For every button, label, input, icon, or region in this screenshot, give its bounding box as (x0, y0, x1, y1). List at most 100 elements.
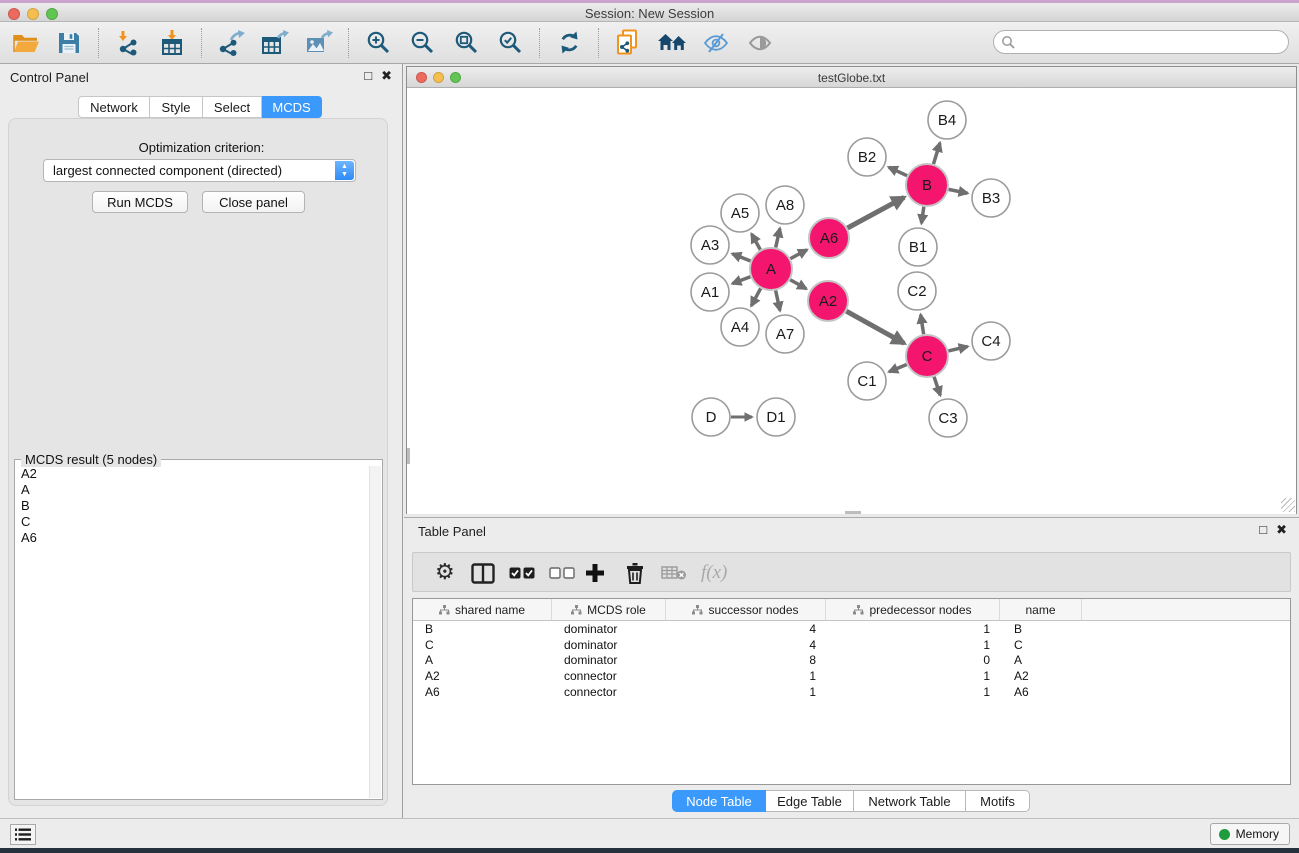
cell-MCDS-role[interactable]: dominator (552, 653, 666, 667)
delete-column-button[interactable] (625, 561, 645, 585)
network-graph[interactable]: ABCA6A2A5A8A3A1A4A7B2B4B3B1C2C4C1C3DD1 (407, 88, 1296, 514)
cell-predecessor-nodes[interactable]: 1 (826, 638, 1000, 652)
table-row[interactable]: A2connector11A2 (413, 668, 1290, 684)
close-table-panel-icon[interactable]: ✖ (1276, 522, 1287, 538)
cell-MCDS-role[interactable]: connector (552, 685, 666, 699)
cell-MCDS-role[interactable]: dominator (552, 638, 666, 652)
cell-successor-nodes[interactable]: 4 (666, 622, 826, 636)
graph-node-A3[interactable]: A3 (691, 226, 729, 264)
tab-mcds[interactable]: MCDS (262, 96, 322, 118)
graph-edge-A2-C[interactable] (846, 311, 904, 343)
import-table-button[interactable] (155, 26, 189, 60)
cell-name[interactable]: A (1000, 653, 1082, 667)
graph-edge-A-A8[interactable] (776, 228, 780, 247)
column-header-successor-nodes[interactable]: successor nodes (666, 599, 826, 620)
gear-button[interactable]: ⚙ (435, 561, 455, 585)
refresh-button[interactable] (552, 26, 586, 60)
table-row[interactable]: Cdominator41C (413, 637, 1290, 653)
run-mcds-button[interactable]: Run MCDS (92, 191, 188, 213)
delete-table-button[interactable] (661, 561, 687, 585)
graph-node-C1[interactable]: C1 (848, 362, 886, 400)
memory-button[interactable]: Memory (1210, 823, 1290, 845)
graph-node-B[interactable]: B (906, 164, 948, 206)
cell-shared-name[interactable]: C (413, 638, 552, 652)
column-header-predecessor-nodes[interactable]: predecessor nodes (826, 599, 1000, 620)
graph-edge-C-C1[interactable] (889, 364, 907, 371)
cell-name[interactable]: B (1000, 622, 1082, 636)
cell-predecessor-nodes[interactable]: 0 (826, 653, 1000, 667)
column-header-MCDS-role[interactable]: MCDS role (552, 599, 666, 620)
cell-name[interactable]: A2 (1000, 669, 1082, 683)
vertical-scroll-hint[interactable] (407, 448, 410, 464)
cell-shared-name[interactable]: A (413, 653, 552, 667)
graph-edge-A-A2[interactable] (790, 280, 806, 289)
cell-shared-name[interactable]: B (413, 622, 552, 636)
mcds-result-item[interactable]: A6 (16, 530, 369, 546)
graph-node-D1[interactable]: D1 (757, 398, 795, 436)
graph-node-B4[interactable]: B4 (928, 101, 966, 139)
result-scrollbar[interactable] (369, 466, 381, 798)
graph-node-A4[interactable]: A4 (721, 308, 759, 346)
close-panel-button[interactable]: Close panel (202, 191, 305, 213)
export-image-button[interactable] (302, 26, 336, 60)
tab-edge-table[interactable]: Edge Table (766, 790, 854, 812)
table-row[interactable]: Adominator80A (413, 652, 1290, 668)
graph-edge-A-A1[interactable] (732, 277, 750, 284)
graph-node-A5[interactable]: A5 (721, 194, 759, 232)
network-canvas[interactable]: ABCA6A2A5A8A3A1A4A7B2B4B3B1C2C4C1C3DD1 (407, 88, 1296, 514)
graph-edge-A-A4[interactable] (751, 288, 760, 305)
graph-edge-A-A3[interactable] (732, 254, 750, 261)
table-row[interactable]: A6connector11A6 (413, 684, 1290, 700)
table-row[interactable]: Bdominator41B (413, 621, 1290, 637)
search-input[interactable] (993, 30, 1289, 54)
import-network-button[interactable] (111, 26, 145, 60)
graph-node-A7[interactable]: A7 (766, 315, 804, 353)
cell-predecessor-nodes[interactable]: 1 (826, 669, 1000, 683)
graph-node-B2[interactable]: B2 (848, 138, 886, 176)
mcds-result-item[interactable]: B (16, 498, 369, 514)
select-all-checkboxes-button[interactable] (509, 561, 535, 585)
tab-motifs[interactable]: Motifs (966, 790, 1030, 812)
mcds-result-list[interactable]: A2ABCA6 (16, 466, 369, 798)
tab-network-table[interactable]: Network Table (854, 790, 966, 812)
cell-MCDS-role[interactable]: dominator (552, 622, 666, 636)
cell-predecessor-nodes[interactable]: 1 (826, 685, 1000, 699)
function-builder-button[interactable]: f(x) (701, 561, 727, 585)
graph-edge-B-B2[interactable] (889, 167, 907, 176)
save-session-button[interactable] (52, 26, 86, 60)
deselect-all-checkboxes-button[interactable] (549, 561, 575, 585)
cell-MCDS-role[interactable]: connector (552, 669, 666, 683)
cell-shared-name[interactable]: A2 (413, 669, 552, 683)
graph-node-B1[interactable]: B1 (899, 228, 937, 266)
graph-edge-B-B1[interactable] (921, 207, 923, 223)
cell-successor-nodes[interactable]: 1 (666, 669, 826, 683)
cell-name[interactable]: A6 (1000, 685, 1082, 699)
mcds-result-item[interactable]: C (16, 514, 369, 530)
graph-edge-B-B4[interactable] (933, 143, 939, 164)
graph-edge-B-B3[interactable] (949, 189, 968, 193)
graph-node-C3[interactable]: C3 (929, 399, 967, 437)
zoom-in-button[interactable] (361, 26, 395, 60)
cell-successor-nodes[interactable]: 8 (666, 653, 826, 667)
zoom-fit-button[interactable] (449, 26, 483, 60)
graph-edge-C-C2[interactable] (921, 315, 924, 335)
cell-shared-name[interactable]: A6 (413, 685, 552, 699)
graph-node-C2[interactable]: C2 (898, 272, 936, 310)
graph-node-A2[interactable]: A2 (808, 281, 848, 321)
close-panel-icon[interactable]: ✖ (381, 68, 392, 84)
float-table-panel-icon[interactable]: □ (1259, 522, 1267, 538)
graph-edge-A-A6[interactable] (790, 250, 807, 259)
graph-node-A6[interactable]: A6 (809, 218, 849, 258)
add-column-button[interactable] (585, 561, 605, 585)
task-history-button[interactable] (10, 824, 36, 845)
mcds-result-item[interactable]: A (16, 482, 369, 498)
cell-successor-nodes[interactable]: 4 (666, 638, 826, 652)
graph-node-B3[interactable]: B3 (972, 179, 1010, 217)
column-header-name[interactable]: name (1000, 599, 1082, 620)
hide-panel-eye-button[interactable] (699, 26, 733, 60)
tab-style[interactable]: Style (150, 96, 203, 118)
graph-edge-A-A5[interactable] (752, 234, 761, 250)
open-session-button[interactable] (8, 26, 42, 60)
graph-edge-C-C3[interactable] (934, 377, 940, 395)
graph-edge-A-A7[interactable] (776, 291, 780, 311)
